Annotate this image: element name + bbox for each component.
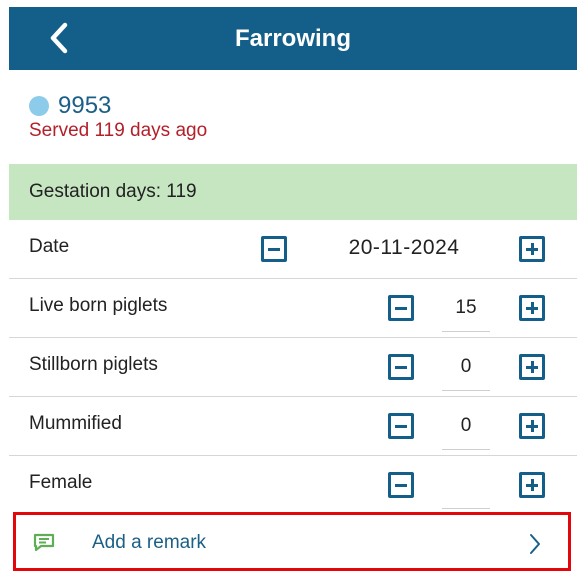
add-remark-button[interactable]: Add a remark <box>13 512 571 571</box>
mummified-input[interactable]: 0 <box>442 415 490 450</box>
female-row: Female <box>9 456 577 514</box>
female-input[interactable] <box>442 474 490 509</box>
live-born-decrement-button[interactable] <box>388 295 414 321</box>
gestation-banner: Gestation days: 119 <box>9 164 577 220</box>
live-born-row: Live born piglets 15 <box>9 279 577 338</box>
header-bar: Farrowing <box>9 7 577 70</box>
served-status: Served 119 days ago <box>29 120 208 141</box>
mummified-decrement-button[interactable] <box>388 413 414 439</box>
stillborn-input[interactable]: 0 <box>442 356 490 391</box>
date-value[interactable]: 20-11-2024 <box>309 236 499 260</box>
stillborn-label: Stillborn piglets <box>29 354 158 375</box>
date-row: Date 20-11-2024 <box>9 220 577 279</box>
chevron-right-icon <box>528 532 542 561</box>
female-decrement-button[interactable] <box>388 472 414 498</box>
stillborn-decrement-button[interactable] <box>388 354 414 380</box>
page-title: Farrowing <box>234 25 351 52</box>
gestation-days-text: Gestation days: 119 <box>29 181 197 202</box>
mummified-label: Mummified <box>29 413 122 434</box>
stillborn-row: Stillborn piglets 0 <box>9 338 577 397</box>
live-born-label: Live born piglets <box>29 295 168 316</box>
mummified-row: Mummified 0 <box>9 397 577 456</box>
mummified-increment-button[interactable] <box>519 413 545 439</box>
farrowing-screen: Farrowing 9953 Served 119 days ago Gesta… <box>9 7 577 577</box>
status-dot <box>29 96 49 116</box>
female-label: Female <box>29 472 93 493</box>
add-remark-label: Add a remark <box>92 532 207 553</box>
date-decrement-button[interactable] <box>261 236 287 262</box>
animal-id: 9953 <box>58 92 112 119</box>
live-born-input[interactable]: 15 <box>442 297 490 332</box>
live-born-increment-button[interactable] <box>519 295 545 321</box>
female-increment-button[interactable] <box>519 472 545 498</box>
date-label: Date <box>29 236 70 257</box>
stillborn-increment-button[interactable] <box>519 354 545 380</box>
comment-icon <box>32 532 56 559</box>
date-increment-button[interactable] <box>519 236 545 262</box>
